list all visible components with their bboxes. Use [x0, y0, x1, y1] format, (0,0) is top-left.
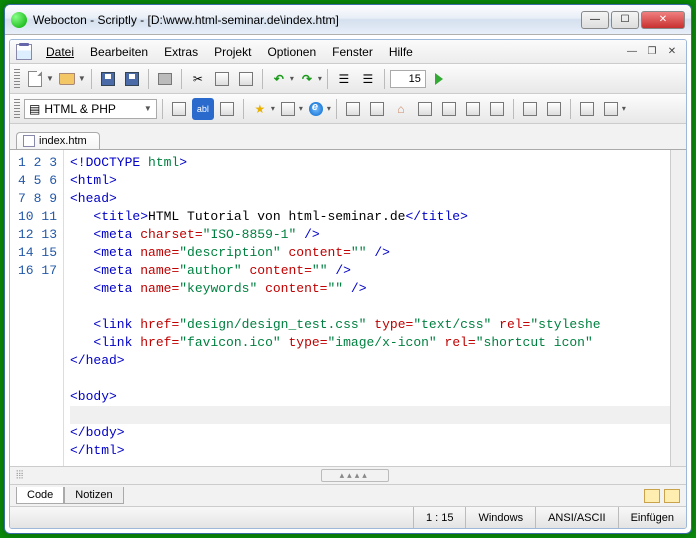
toolbar-main: ▼ ▼ ✂ ↶▾ ↷▾ ☰ ☰ — [10, 64, 686, 94]
tool-button[interactable] — [576, 98, 598, 120]
maximize-button[interactable]: ☐ — [611, 11, 639, 29]
tool-button[interactable] — [543, 98, 565, 120]
menu-extras[interactable]: Extras — [156, 43, 206, 61]
statusbar: 1 : 15 Windows ANSI/ASCII Einfügen — [10, 506, 686, 528]
redo-button[interactable]: ↷ — [296, 68, 318, 90]
goto-line-input[interactable] — [390, 70, 426, 88]
paste-button[interactable] — [235, 68, 257, 90]
tool-button[interactable] — [519, 98, 541, 120]
vertical-scrollbar[interactable] — [670, 150, 686, 466]
menubar: Datei Bearbeiten Extras Projekt Optionen… — [10, 40, 686, 64]
panel-toggle-button[interactable] — [644, 489, 660, 503]
cut-button[interactable]: ✂ — [187, 68, 209, 90]
tool-button[interactable] — [168, 98, 190, 120]
open-file-button[interactable] — [56, 68, 78, 90]
horizontal-scroll-area: ⦙⦙⦙ ▴▴▴▴ — [10, 466, 686, 484]
editor-tab-row: index.htm — [10, 124, 686, 150]
new-file-button[interactable] — [24, 68, 46, 90]
tool-button[interactable] — [600, 98, 622, 120]
toolbar-grip-icon[interactable] — [14, 99, 20, 119]
tool-button[interactable] — [366, 98, 388, 120]
menu-optionen[interactable]: Optionen — [259, 43, 324, 61]
tab-label: index.htm — [39, 135, 87, 147]
language-label: HTML & PHP — [44, 102, 116, 116]
print-button[interactable] — [154, 68, 176, 90]
new-file-dropdown[interactable]: ▼ — [46, 74, 54, 83]
file-icon — [23, 135, 35, 147]
browser-preview-button[interactable] — [305, 98, 327, 120]
redo-dropdown[interactable]: ▾ — [318, 74, 322, 83]
panel-expand-handle[interactable]: ▴▴▴▴ — [321, 469, 389, 482]
tool-button[interactable] — [216, 98, 238, 120]
tool-button[interactable]: abl — [192, 98, 214, 120]
mdi-close-button[interactable]: ✕ — [664, 45, 680, 59]
menu-fenster[interactable]: Fenster — [324, 43, 381, 61]
save-all-button[interactable] — [121, 68, 143, 90]
tool-button[interactable] — [438, 98, 460, 120]
panel-toggle-button[interactable] — [664, 489, 680, 503]
open-file-dropdown[interactable]: ▼ — [78, 74, 86, 83]
tool-button[interactable] — [462, 98, 484, 120]
copy-button[interactable] — [211, 68, 233, 90]
code-editor[interactable]: <!DOCTYPE html> <html> <head> <title>HTM… — [64, 150, 670, 466]
editor-tab[interactable]: index.htm — [16, 132, 100, 149]
status-encoding: ANSI/ASCII — [535, 507, 617, 528]
menu-bearbeiten[interactable]: Bearbeiten — [82, 43, 156, 61]
app-window: Webocton - Scriptly - [D:\www.html-semin… — [4, 4, 692, 534]
line-number-gutter: 1 2 3 4 5 6 7 8 9 10 11 12 13 14 15 16 1… — [10, 150, 64, 466]
bottom-tab-row: Code Notizen — [10, 484, 686, 506]
language-selector[interactable]: ▤ HTML & PHP ▼ — [24, 99, 157, 119]
bottom-tab-code[interactable]: Code — [16, 487, 64, 504]
favorites-dropdown[interactable]: ▾ — [271, 104, 275, 113]
home-button[interactable]: ⌂ — [390, 98, 412, 120]
tool-button[interactable] — [277, 98, 299, 120]
status-cursor-position: 1 : 15 — [413, 507, 466, 528]
toolbar-secondary: ▤ HTML & PHP ▼ abl ★▾ ▾ ▾ ⌂ ▾ — [10, 94, 686, 124]
indent-button[interactable]: ☰ — [357, 68, 379, 90]
favorites-button[interactable]: ★ — [249, 98, 271, 120]
undo-dropdown[interactable]: ▾ — [290, 74, 294, 83]
save-button[interactable] — [97, 68, 119, 90]
document-icon: ▤ — [29, 102, 40, 116]
mdi-document-icon — [16, 44, 32, 60]
outdent-button[interactable]: ☰ — [333, 68, 355, 90]
status-line-endings: Windows — [465, 507, 535, 528]
editor-area: 1 2 3 4 5 6 7 8 9 10 11 12 13 14 15 16 1… — [10, 150, 686, 466]
bottom-tab-notizen[interactable]: Notizen — [64, 487, 123, 504]
close-button[interactable]: ✕ — [641, 11, 685, 29]
app-icon — [11, 12, 27, 28]
mdi-minimize-button[interactable]: — — [624, 45, 640, 59]
menu-datei[interactable]: Datei — [38, 43, 82, 61]
window-title: Webocton - Scriptly - [D:\www.html-semin… — [33, 13, 581, 27]
tool-button[interactable] — [414, 98, 436, 120]
titlebar[interactable]: Webocton - Scriptly - [D:\www.html-semin… — [5, 5, 691, 35]
tool-button[interactable] — [342, 98, 364, 120]
menu-hilfe[interactable]: Hilfe — [381, 43, 421, 61]
goto-line-button[interactable] — [428, 68, 450, 90]
undo-button[interactable]: ↶ — [268, 68, 290, 90]
minimize-button[interactable]: — — [581, 11, 609, 29]
toolbar-grip-icon[interactable] — [14, 69, 20, 89]
mdi-restore-button[interactable]: ❐ — [644, 45, 660, 59]
status-insert-mode: Einfügen — [618, 507, 686, 528]
tool-button[interactable] — [486, 98, 508, 120]
menu-projekt[interactable]: Projekt — [206, 43, 259, 61]
